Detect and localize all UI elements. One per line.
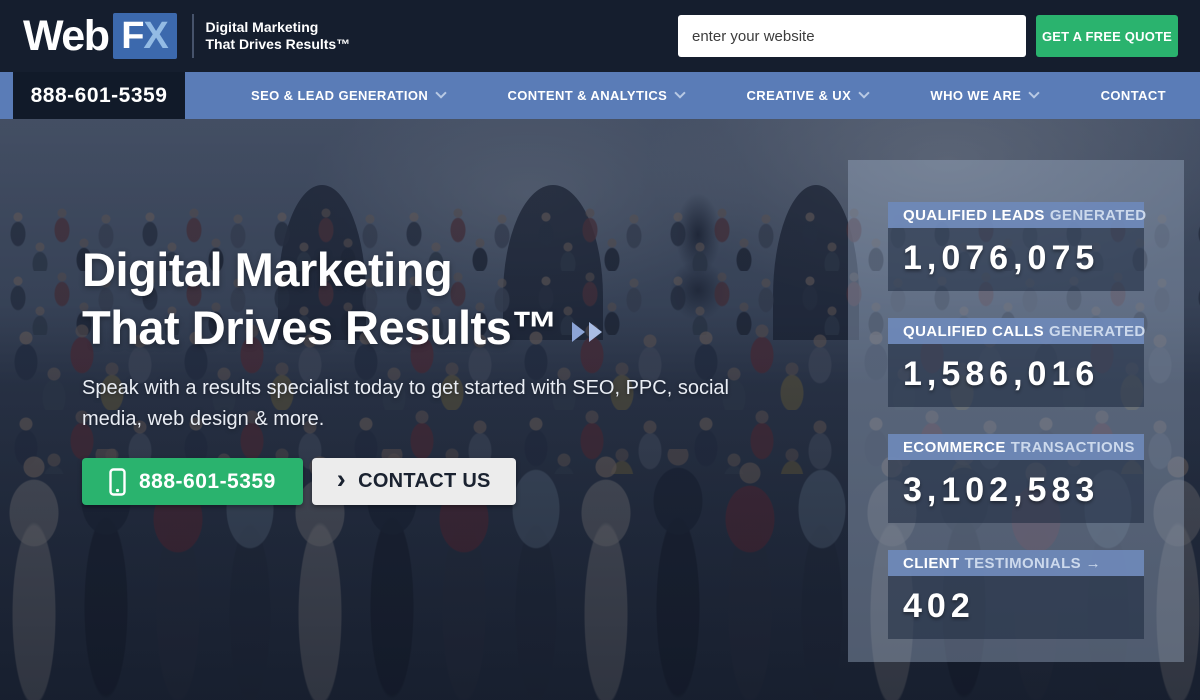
nav-phone-number[interactable]: 888-601-5359 xyxy=(13,72,185,119)
nav-item-content-analytics[interactable]: CONTENT & ANALYTICS xyxy=(507,88,684,103)
hero-section: Digital Marketing That Drives Results™ S… xyxy=(0,119,1200,700)
hero-content: Digital Marketing That Drives Results™ S… xyxy=(82,241,772,505)
contact-us-button[interactable]: › CONTACT US xyxy=(312,458,516,505)
chevron-down-icon xyxy=(858,87,869,98)
stat-value: 3,102,583 xyxy=(888,460,1144,523)
stat-label: QUALIFIED LEADS GENERATED xyxy=(888,202,1144,228)
stat-client-testimonials: CLIENT TESTIMONIALS → 402 xyxy=(888,550,1144,639)
stat-label-link[interactable]: CLIENT TESTIMONIALS → xyxy=(888,550,1144,576)
tagline-line1: Digital Marketing xyxy=(206,19,351,36)
website-input[interactable] xyxy=(678,15,1026,57)
header-tagline: Digital Marketing That Drives Results™ xyxy=(206,19,351,53)
chevron-down-icon xyxy=(1029,87,1040,98)
stat-label: ECOMMERCE TRANSACTIONS xyxy=(888,434,1144,460)
stat-qualified-calls: QUALIFIED CALLS GENERATED 1,586,016 xyxy=(888,318,1144,407)
logo-fx-box: FX xyxy=(113,13,177,59)
hero-heading-line1: Digital Marketing xyxy=(82,243,452,296)
right-arrow-icon: › xyxy=(337,466,346,493)
play-arrow-icon xyxy=(589,322,602,342)
stat-ecommerce-transactions: ECOMMERCE TRANSACTIONS 3,102,583 xyxy=(888,434,1144,523)
hero-subtext: Speak with a results specialist today to… xyxy=(82,373,772,435)
header-divider xyxy=(192,14,194,58)
stat-value: 402 xyxy=(888,576,1144,639)
stat-value: 1,586,016 xyxy=(888,344,1144,407)
logo-web-text: Web xyxy=(23,12,109,61)
nav-items: SEO & LEAD GENERATION CONTENT & ANALYTIC… xyxy=(185,72,1200,119)
stat-label: QUALIFIED CALLS GENERATED xyxy=(888,318,1144,344)
stats-panel: QUALIFIED LEADS GENERATED 1,076,075 QUAL… xyxy=(848,160,1184,662)
site-header: Web FX Digital Marketing That Drives Res… xyxy=(0,0,1200,72)
nav-item-who-we-are[interactable]: WHO WE ARE xyxy=(930,88,1038,103)
play-arrow-icon xyxy=(572,322,585,342)
chevron-down-icon xyxy=(436,87,447,98)
webfx-logo[interactable]: Web FX xyxy=(23,12,177,61)
stat-value: 1,076,075 xyxy=(888,228,1144,291)
header-actions: GET A FREE QUOTE xyxy=(678,15,1178,57)
chevron-down-icon xyxy=(675,87,686,98)
get-free-quote-button[interactable]: GET A FREE QUOTE xyxy=(1036,15,1178,57)
stat-qualified-leads: QUALIFIED LEADS GENERATED 1,076,075 xyxy=(888,202,1144,291)
nav-item-contact[interactable]: CONTACT xyxy=(1101,88,1166,103)
play-arrows-icon xyxy=(572,322,602,342)
nav-item-seo-lead-generation[interactable]: SEO & LEAD GENERATION xyxy=(251,88,445,103)
mobile-phone-icon xyxy=(109,468,126,496)
hero-buttons: 888-601-5359 › CONTACT US xyxy=(82,458,772,505)
main-nav: 888-601-5359 SEO & LEAD GENERATION CONTE… xyxy=(0,72,1200,119)
hero-heading-line2: That Drives Results™ xyxy=(82,301,558,354)
hero-heading: Digital Marketing That Drives Results™ xyxy=(82,241,772,357)
nav-item-creative-ux[interactable]: CREATIVE & UX xyxy=(747,88,869,103)
tagline-line2: That Drives Results™ xyxy=(206,36,351,53)
phone-call-button[interactable]: 888-601-5359 xyxy=(82,458,303,505)
